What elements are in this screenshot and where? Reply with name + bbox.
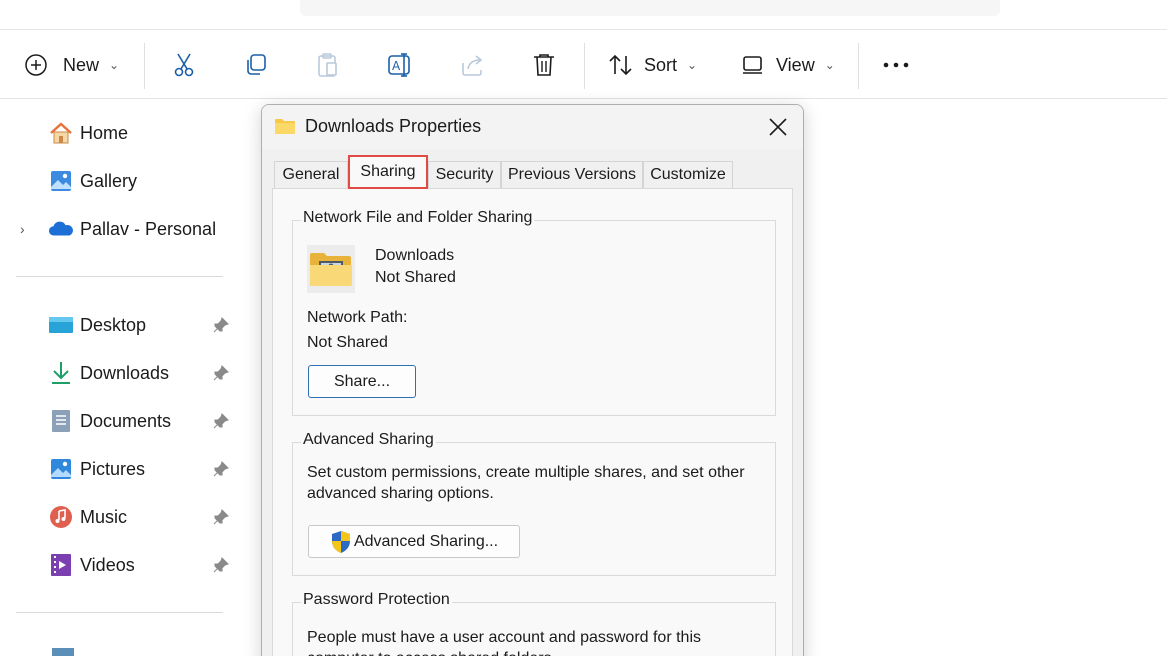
sidebar-item-partial-icon: [52, 648, 74, 656]
sidebar-item-label: Documents: [80, 410, 172, 431]
network-path-label: Network Path:: [307, 309, 408, 326]
sidebar-item-desktop[interactable]: Desktop: [48, 310, 146, 340]
advanced-sharing-group: Advanced Sharing Set custom permissions,…: [292, 431, 776, 576]
sidebar-item-label: Desktop: [80, 314, 147, 335]
documents-icon: [48, 408, 74, 434]
chevron-down-icon: ⌄: [824, 58, 835, 72]
tab-general[interactable]: General: [274, 161, 348, 188]
sidebar-divider: [16, 276, 223, 277]
advanced-sharing-button-label: Advanced Sharing...: [353, 532, 499, 550]
password-protection-group: Password Protection People must have a u…: [292, 591, 776, 656]
sort-button[interactable]: Sort ⌄: [608, 47, 697, 83]
address-tab-remnant: [300, 0, 1000, 16]
share-icon: [462, 55, 483, 76]
paste-icon: [318, 53, 337, 77]
shared-folder-icon: [307, 245, 355, 293]
videos-icon: [48, 552, 74, 578]
plus-circle-icon: [25, 54, 47, 76]
tab-security[interactable]: Security: [428, 161, 501, 188]
onedrive-icon: [48, 216, 74, 242]
folder-name: Downloads: [375, 247, 455, 264]
sort-label: Sort: [644, 54, 678, 75]
home-icon: [48, 120, 74, 146]
group-title: Password Protection: [301, 591, 452, 609]
pin-icon[interactable]: [212, 460, 230, 478]
pin-icon[interactable]: [212, 364, 230, 382]
toolbar-divider: [858, 43, 859, 89]
toolbar-divider: [584, 43, 585, 89]
sidebar-divider: [16, 612, 223, 613]
uac-shield-icon: [331, 530, 350, 553]
sidebar-item-label: Home: [80, 122, 129, 143]
sidebar-item-label: Pallav - Personal: [80, 218, 217, 239]
svg-text:A: A: [392, 59, 401, 73]
delete-button[interactable]: [532, 47, 556, 83]
sidebar-item-label: Gallery: [80, 170, 138, 191]
music-icon: [48, 504, 74, 530]
sidebar-item-label: Downloads: [80, 362, 170, 383]
sidebar-item-downloads[interactable]: Downloads: [48, 358, 169, 388]
title-bar-strip: [0, 0, 1167, 30]
share-button[interactable]: [460, 47, 486, 83]
sidebar-item-gallery[interactable]: Gallery: [48, 166, 137, 196]
delete-icon: [534, 54, 554, 76]
close-icon[interactable]: [767, 116, 789, 138]
sidebar-item-videos[interactable]: Videos: [48, 550, 135, 580]
copy-icon: [247, 54, 266, 75]
tab-customize[interactable]: Customize: [643, 161, 733, 188]
downloads-icon: [48, 360, 74, 386]
chevron-down-icon: ⌄: [687, 58, 698, 72]
sidebar-item-label: Music: [80, 506, 128, 527]
folder-sharing-status: Not Shared: [375, 269, 456, 286]
sidebar-item-home[interactable]: Home: [48, 118, 128, 148]
command-bar: New ⌄ A Sort ⌄ View ⌄: [0, 31, 1167, 99]
sort-icon: [609, 54, 632, 76]
sidebar-item-music[interactable]: Music: [48, 502, 127, 532]
network-sharing-group: Network File and Folder Sharing Download…: [292, 209, 776, 416]
advanced-sharing-description: Set custom permissions, create multiple …: [307, 464, 745, 502]
group-title: Advanced Sharing: [301, 431, 436, 449]
sidebar-item-label: Videos: [80, 554, 135, 575]
copy-button[interactable]: [244, 47, 268, 83]
toolbar-divider: [144, 43, 145, 89]
paste-button[interactable]: [316, 47, 340, 83]
rename-button[interactable]: A: [387, 47, 413, 83]
folder-icon: [275, 119, 295, 134]
sharing-tab-panel: Network File and Folder Sharing Download…: [272, 188, 793, 656]
sidebar-item-pictures[interactable]: Pictures: [48, 454, 145, 484]
password-protection-description: People must have a user account and pass…: [307, 629, 701, 656]
sidebar-item-label: Pictures: [80, 458, 146, 479]
share-button[interactable]: Share...: [308, 365, 416, 398]
desktop-icon: [48, 312, 74, 338]
cut-button[interactable]: [172, 47, 196, 83]
new-button[interactable]: New ⌄: [24, 47, 119, 83]
chevron-right-icon[interactable]: ›: [20, 221, 40, 237]
dialog-title: Downloads Properties: [305, 116, 482, 136]
properties-dialog: Downloads Properties General Sharing Sec…: [261, 104, 804, 656]
pictures-icon: [48, 456, 74, 482]
more-icon: [883, 62, 909, 68]
sidebar-item-documents[interactable]: Documents: [48, 406, 171, 436]
cut-icon: [174, 53, 194, 77]
dialog-title-bar: Downloads Properties: [262, 105, 803, 149]
group-title: Network File and Folder Sharing: [301, 209, 535, 227]
rename-icon: A: [388, 53, 410, 77]
view-label: View: [776, 54, 815, 75]
navigation-pane: Home Gallery › Pallav - Personal Desktop…: [0, 100, 237, 656]
view-icon: [743, 56, 762, 74]
pin-icon[interactable]: [212, 412, 230, 430]
pin-icon[interactable]: [212, 556, 230, 574]
see-more-button[interactable]: [882, 47, 910, 83]
network-path-value: Not Shared: [307, 334, 388, 351]
tab-previous-versions[interactable]: Previous Versions: [501, 161, 643, 188]
advanced-sharing-button[interactable]: Advanced Sharing...: [308, 525, 520, 558]
view-button[interactable]: View ⌄: [742, 47, 835, 83]
sidebar-item-onedrive[interactable]: › Pallav - Personal: [20, 214, 216, 244]
new-label: New: [63, 54, 100, 75]
tab-sharing[interactable]: Sharing: [348, 155, 428, 189]
pin-icon[interactable]: [212, 508, 230, 526]
gallery-icon: [48, 168, 74, 194]
chevron-down-icon: ⌄: [109, 58, 120, 72]
pin-icon[interactable]: [212, 316, 230, 334]
